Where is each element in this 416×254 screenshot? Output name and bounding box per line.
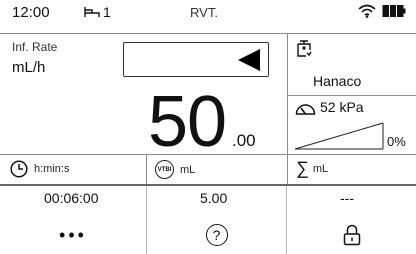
rate-decimal: .00	[232, 131, 256, 150]
total-value: ---	[340, 190, 354, 206]
lock-icon	[343, 224, 360, 246]
status-icons	[358, 4, 406, 18]
wifi-icon	[358, 4, 376, 18]
rate-unit: mL/h	[12, 59, 46, 76]
time-value: 00:06:00	[44, 190, 99, 206]
sum-icon: ∑	[296, 158, 309, 178]
lock-button[interactable]	[287, 216, 416, 254]
vtbi-value: 5.00	[200, 190, 228, 206]
pressure-ramp	[294, 122, 384, 150]
pressure-percent: 0%	[387, 134, 406, 149]
arrow-left-triangle-icon	[238, 49, 260, 71]
total-header: ∑ mL	[296, 158, 328, 179]
time-header: h:min:s	[10, 160, 69, 178]
vtbi-icon: VTBI	[155, 160, 174, 179]
time-label: h:min:s	[34, 163, 70, 175]
more-button[interactable]: •••	[0, 216, 146, 254]
direction-indicator[interactable]	[123, 42, 269, 77]
help-icon: ?	[205, 224, 228, 246]
battery-icon	[382, 5, 406, 17]
bed-icon	[84, 7, 100, 17]
status-time: 12:00	[12, 4, 50, 21]
pressure-gauge-icon	[295, 104, 316, 115]
pressure-value: 52 kPa	[320, 99, 364, 115]
bed-indicator: 1	[84, 4, 111, 20]
clock-icon	[10, 160, 28, 178]
drug-name: Hanaco	[313, 73, 362, 89]
mode-label: RVT.	[190, 5, 218, 20]
total-label: mL	[312, 162, 329, 175]
vtbi-label: mL	[180, 163, 196, 176]
syringe-icon	[297, 40, 312, 57]
vtbi-header: VTBI mL	[155, 160, 195, 179]
rate-value[interactable]: 50	[148, 86, 227, 158]
bed-number: 1	[103, 4, 111, 20]
rate-label: Inf. Rate	[12, 40, 58, 54]
help-button[interactable]: ?	[147, 216, 286, 254]
